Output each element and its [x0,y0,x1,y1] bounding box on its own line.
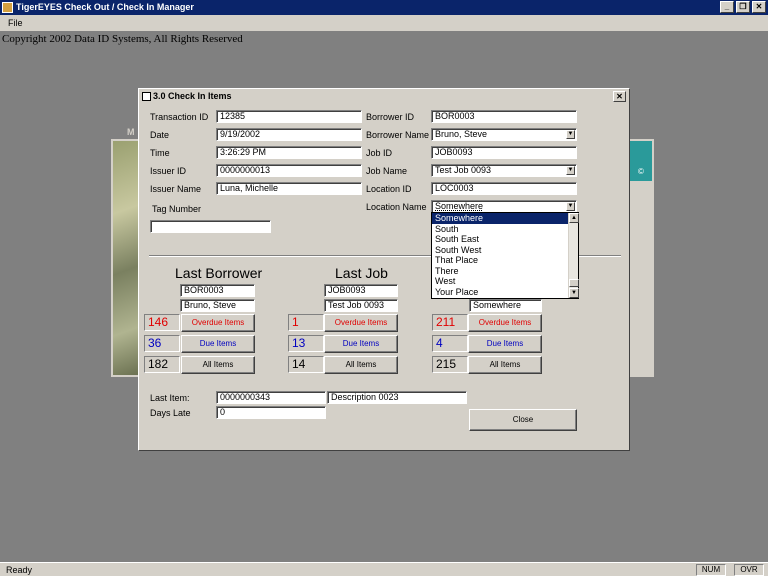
dialog-titlebar: 3.0 Check In Items ✕ [139,89,629,104]
chevron-down-icon[interactable]: ▼ [566,130,575,139]
location-all-count: 215 [432,356,468,373]
tag-number-label: Tag Number [152,204,202,214]
dropdown-option[interactable]: There [432,266,578,277]
borrower-id-field[interactable]: BOR0003 [431,110,577,123]
borrower-id-label: Borrower ID [366,112,415,122]
status-bar: Ready NUM OVR [0,562,768,576]
transaction-id-field[interactable]: 12385 [216,110,362,123]
job-name-value: Test Job 0093 [435,165,492,175]
job-all-items-button[interactable]: All Items [324,356,398,374]
job-id-label: Job ID [366,148,393,158]
job-all-count: 14 [288,356,324,373]
borrower-overdue-count: 146 [144,314,180,331]
job-overdue-count: 1 [288,314,324,331]
borrower-due-count: 36 [144,335,180,352]
close-app-button[interactable]: ✕ [752,1,766,13]
job-name-label: Job Name [366,166,408,176]
location-name-dropdown[interactable]: Somewhere South South East South West Th… [431,212,579,299]
last-item-label: Last Item: [150,393,190,403]
location-overdue-items-button[interactable]: Overdue Items [468,314,542,332]
status-num: NUM [696,564,726,576]
app-icon [2,2,13,13]
tiger-photo [113,141,141,375]
minimize-button[interactable]: _ [720,1,734,13]
scroll-down-icon[interactable]: ▼ [569,288,579,298]
restore-button[interactable]: ❐ [736,1,750,13]
days-late-field: 0 [216,406,326,419]
status-ovr: OVR [734,564,764,576]
dropdown-option[interactable]: South [432,224,578,235]
time-field[interactable]: 3:26:29 PM [216,146,362,159]
last-item-field: 0000000343 [216,391,326,404]
last-borrower-id: BOR0003 [180,284,255,297]
last-job-name: Test Job 0093 [324,299,398,312]
status-text: Ready [6,565,33,575]
last-location-name: Somewhere [469,299,542,312]
issuer-name-label: Issuer Name [150,184,202,194]
dropdown-option[interactable]: Your Place [432,287,578,298]
dropdown-option[interactable]: Somewhere [432,213,578,224]
issuer-id-field[interactable]: 0000000013 [216,164,362,177]
job-overdue-items-button[interactable]: Overdue Items [324,314,398,332]
transaction-id-label: Transaction ID [150,112,209,122]
issuer-name-field[interactable]: Luna, Michelle [216,182,362,195]
borrower-overdue-items-button[interactable]: Overdue Items [181,314,255,332]
job-name-combo[interactable]: Test Job 0093 ▼ [431,164,577,177]
dropdown-scrollbar[interactable]: ▲ ▼ [568,213,579,298]
last-borrower-heading: Last Borrower [175,265,263,281]
chevron-down-icon[interactable]: ▼ [566,202,575,211]
app-titlebar: TigerEYES Check Out / Check In Manager [0,0,768,15]
days-late-label: Days Late [150,408,191,418]
copyright-icon: © [638,167,644,176]
location-due-items-button[interactable]: Due Items [468,335,542,353]
scroll-thumb[interactable] [569,279,579,287]
menu-file[interactable]: File [8,18,23,28]
date-label: Date [150,130,170,140]
location-name-value: Somewhere [435,201,484,211]
dropdown-option[interactable]: South West [432,245,578,256]
app-title: TigerEYES Check Out / Check In Manager [16,2,194,12]
borrower-name-label: Borrower Name [366,130,430,140]
job-due-items-button[interactable]: Due Items [324,335,398,353]
window-controls: _ ❐ ✕ [720,1,766,13]
issuer-id-label: Issuer ID [150,166,187,176]
job-due-count: 13 [288,335,324,352]
location-overdue-count: 211 [432,314,468,331]
date-field[interactable]: 9/19/2002 [216,128,362,141]
chevron-down-icon[interactable]: ▼ [566,166,575,175]
dialog-icon [142,92,151,101]
location-id-label: Location ID [366,184,412,194]
last-job-id: JOB0093 [324,284,398,297]
tag-number-field[interactable] [150,220,271,233]
copyright-text: Copyright 2002 Data ID Systems, All Righ… [2,33,243,45]
dialog-close-icon[interactable]: ✕ [613,91,626,102]
scroll-up-icon[interactable]: ▲ [569,213,579,223]
time-label: Time [150,148,170,158]
dropdown-option[interactable]: That Place [432,255,578,266]
last-job-heading: Last Job [335,265,388,281]
borrower-name-value: Bruno, Steve [435,129,488,139]
background-teal-panel: © [630,141,652,181]
borrower-all-items-button[interactable]: All Items [181,356,255,374]
job-id-field[interactable]: JOB0093 [431,146,577,159]
borrower-due-items-button[interactable]: Due Items [181,335,255,353]
dropdown-option[interactable]: South East [432,234,578,245]
dropdown-option[interactable]: West [432,276,578,287]
location-due-count: 4 [432,335,468,352]
borrower-name-combo[interactable]: Bruno, Steve ▼ [431,128,577,141]
menu-bar: File [0,15,768,31]
dialog-title: 3.0 Check In Items [153,91,232,101]
location-name-label: Location Name [366,202,427,212]
location-all-items-button[interactable]: All Items [468,356,542,374]
borrower-all-count: 182 [144,356,180,373]
last-borrower-name: Bruno, Steve [180,299,255,312]
location-id-field[interactable]: LOC0003 [431,182,577,195]
close-button[interactable]: Close [469,409,577,431]
last-item-description: Description 0023 [327,391,467,404]
